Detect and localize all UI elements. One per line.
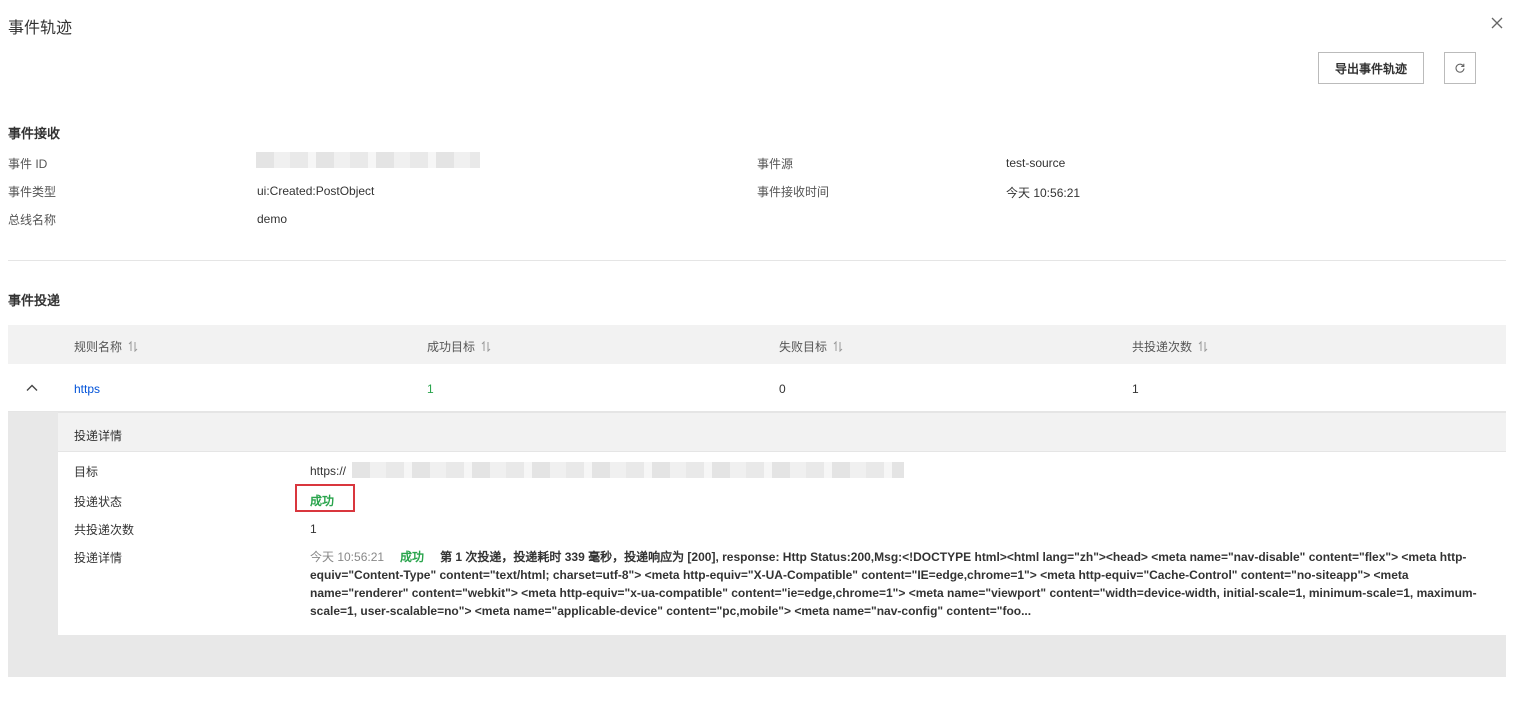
event-source-label: 事件源 [757, 157, 794, 171]
refresh-button[interactable] [1444, 52, 1476, 84]
delivery-table-header: 规则名称 成功目标 失败目标 共投递次数 [8, 325, 1506, 364]
export-trace-button[interactable]: 导出事件轨迹 [1318, 52, 1424, 84]
bus-name-label: 总线名称 [8, 213, 57, 227]
log-status: 成功 [400, 550, 425, 564]
column-success-target[interactable]: 成功目标 [427, 338, 491, 355]
detail-panel-title: 投递详情 [74, 429, 123, 443]
target-label: 目标 [74, 465, 99, 479]
event-id-label: 事件 ID [8, 157, 48, 171]
rule-name-link[interactable]: https [74, 382, 100, 396]
delivery-count-value: 1 [310, 522, 317, 536]
detail-panel-header: 投递详情 [58, 412, 1506, 452]
table-row: https 1 0 1 [8, 364, 1506, 412]
target-url-prefix: https:// [310, 464, 347, 478]
delivery-count-label: 共投递次数 [74, 523, 135, 537]
sort-icon[interactable] [833, 341, 843, 352]
delivery-detail-panel: 投递详情 目标 https:// 投递状态 成功 共投递次数 1 投递详情 今天… [58, 412, 1506, 635]
page-title: 事件轨迹 [8, 20, 73, 37]
log-message: 第 1 次投递，投递耗时 339 毫秒，投递响应为 [200], respons… [310, 550, 1477, 618]
column-total-deliveries[interactable]: 共投递次数 [1132, 338, 1208, 355]
sort-icon[interactable] [1198, 341, 1208, 352]
success-target-count: 1 [427, 382, 434, 396]
delivery-status-label: 投递状态 [74, 495, 123, 509]
receive-section-title: 事件接收 [8, 126, 61, 141]
chevron-up-icon[interactable] [24, 380, 40, 396]
delivery-status-value: 成功 [310, 494, 335, 508]
event-type-label: 事件类型 [8, 185, 57, 199]
event-id-value-redacted [256, 152, 480, 168]
refresh-icon [1455, 63, 1465, 73]
expanded-row-area: 投递详情 目标 https:// 投递状态 成功 共投递次数 1 投递详情 今天… [8, 412, 1506, 677]
column-rule-name[interactable]: 规则名称 [74, 338, 138, 355]
event-type-value: ui:Created:PostObject [257, 184, 375, 198]
sort-icon[interactable] [481, 341, 491, 352]
event-source-value: test-source [1006, 156, 1066, 170]
log-timestamp: 今天 10:56:21 [310, 550, 385, 564]
sort-icon[interactable] [128, 341, 138, 352]
target-url-redacted [352, 462, 904, 478]
failed-target-count: 0 [779, 382, 786, 396]
total-delivery-count: 1 [1132, 382, 1139, 396]
receive-time-label: 事件接收时间 [757, 185, 830, 199]
column-failed-target[interactable]: 失败目标 [779, 338, 843, 355]
bus-name-value: demo [257, 212, 288, 226]
delivery-section-title: 事件投递 [8, 293, 61, 308]
close-icon[interactable] [1488, 14, 1506, 32]
delivery-log-entry: 今天 10:56:21 成功第 1 次投递，投递耗时 339 毫秒，投递响应为 [… [310, 548, 1490, 620]
section-divider [8, 260, 1506, 261]
receive-time-value: 今天 10:56:21 [1006, 186, 1081, 200]
delivery-info-label: 投递详情 [74, 551, 123, 565]
